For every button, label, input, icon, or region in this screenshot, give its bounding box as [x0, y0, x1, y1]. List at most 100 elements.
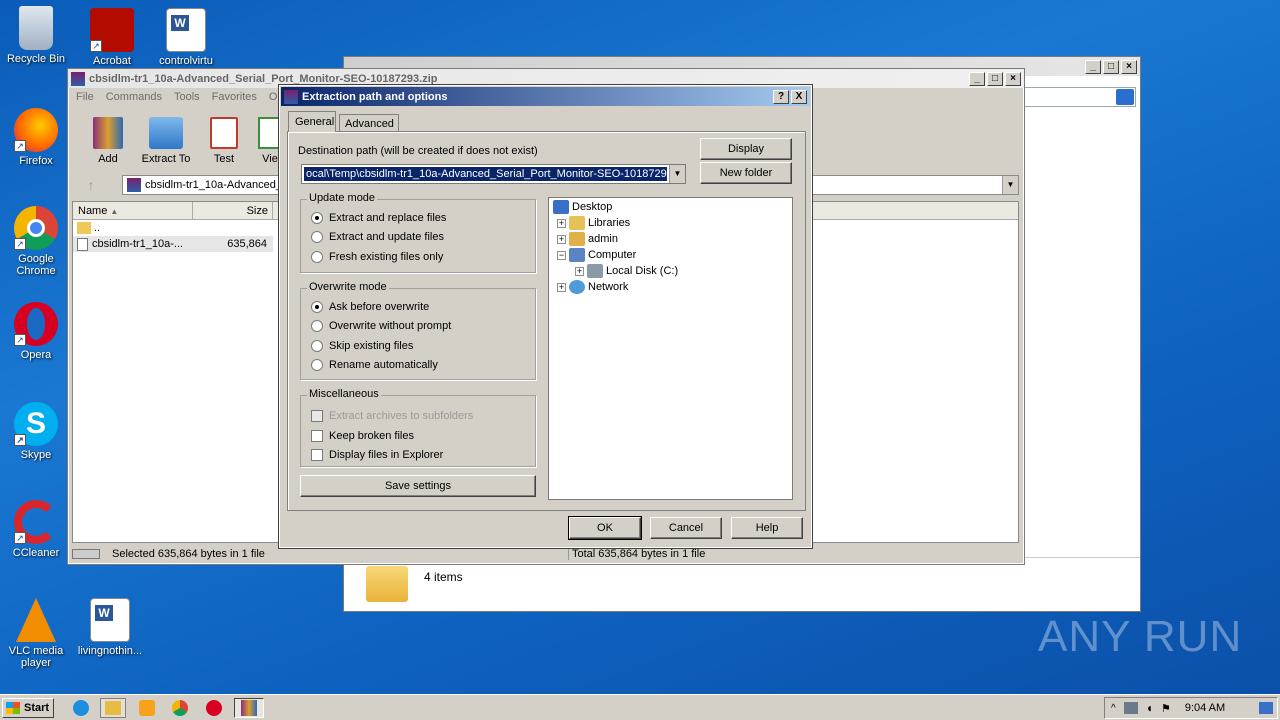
- radio-extract-update[interactable]: Extract and update files: [311, 231, 444, 243]
- group-legend: Miscellaneous: [307, 388, 381, 400]
- radio-overwrite-without-prompt[interactable]: Overwrite without prompt: [311, 320, 451, 332]
- dropdown-arrow-icon[interactable]: ▼: [1002, 176, 1018, 194]
- radio-ask-before-overwrite[interactable]: Ask before overwrite: [311, 301, 429, 313]
- close-button[interactable]: ×: [1005, 71, 1021, 86]
- toolbar-add[interactable]: Add: [90, 117, 126, 165]
- table-row[interactable]: ..: [73, 220, 273, 236]
- overwrite-mode-group: Overwrite mode Ask before overwrite Over…: [300, 281, 536, 380]
- taskbar-explorer[interactable]: [100, 698, 126, 718]
- taskbar-media-player[interactable]: [134, 698, 160, 718]
- dialog-titlebar[interactable]: Extraction path and options ? X: [281, 87, 810, 106]
- close-button[interactable]: X: [791, 89, 807, 104]
- display-button[interactable]: Display: [700, 138, 792, 160]
- tray-expand-icon[interactable]: ^: [1111, 703, 1116, 714]
- checkbox-keep-broken-files[interactable]: Keep broken files: [311, 430, 414, 442]
- desktop-icon-vlc[interactable]: VLC media player: [0, 598, 72, 669]
- new-folder-button[interactable]: New folder: [700, 162, 792, 184]
- desktop-icon-opera[interactable]: ↗ Opera: [0, 302, 72, 361]
- file-icon: [77, 237, 88, 251]
- winrar-icon: [241, 700, 257, 716]
- tree-item-libraries[interactable]: + Libraries: [557, 216, 630, 230]
- opera-icon: ↗: [14, 302, 58, 346]
- cancel-button[interactable]: Cancel: [650, 517, 722, 539]
- menu-file[interactable]: File: [76, 91, 94, 103]
- desktop-icon-livingnothin[interactable]: W livingnothin...: [74, 598, 146, 657]
- tab-advanced[interactable]: Advanced: [339, 114, 399, 132]
- desktop-icon-label: Acrobat: [93, 55, 131, 67]
- expand-icon[interactable]: +: [557, 282, 566, 292]
- up-folder-button[interactable]: ↑: [80, 177, 102, 195]
- acrobat-icon: ↗: [90, 8, 134, 52]
- taskbar-winrar[interactable]: [234, 698, 264, 718]
- recycle-bin-icon: [19, 6, 53, 50]
- radio-extract-replace[interactable]: Extract and replace files: [311, 212, 446, 224]
- ccleaner-icon: ↗: [14, 500, 58, 544]
- minimize-button[interactable]: _: [969, 71, 985, 86]
- ok-button[interactable]: OK: [568, 516, 642, 540]
- folder-tree[interactable]: Desktop + Libraries + admin − Computer +…: [548, 197, 793, 500]
- radio-rename-automatically[interactable]: Rename automatically: [311, 359, 438, 371]
- network-tray-icon[interactable]: [1123, 702, 1138, 714]
- search-icon[interactable]: [1116, 89, 1134, 105]
- vlc-icon: [16, 598, 56, 642]
- tree-item-network[interactable]: + Network: [557, 280, 628, 294]
- tree-item-computer[interactable]: − Computer: [557, 248, 636, 262]
- show-desktop-icon[interactable]: [1259, 702, 1273, 714]
- tree-item-local-disk[interactable]: + Local Disk (C:): [575, 264, 678, 278]
- group-legend: Overwrite mode: [307, 281, 389, 293]
- extraction-dialog[interactable]: Extraction path and options ? X General …: [278, 84, 813, 549]
- save-settings-button[interactable]: Save settings: [300, 475, 536, 497]
- help-button[interactable]: Help: [731, 517, 803, 539]
- column-header-size[interactable]: Size: [193, 202, 273, 220]
- radio-skip-existing[interactable]: Skip existing files: [311, 340, 413, 352]
- media-player-icon: [139, 700, 155, 716]
- taskbar-chrome[interactable]: [167, 698, 193, 718]
- table-row[interactable]: cbsidlm-tr1_10a-... 635,864: [73, 236, 273, 252]
- folder-icon: [366, 566, 408, 602]
- start-button[interactable]: Start: [2, 698, 54, 718]
- flag-icon[interactable]: ⚑: [1161, 702, 1171, 715]
- word-document-icon: W: [166, 8, 206, 52]
- column-header-name[interactable]: Name ▲: [73, 202, 193, 220]
- dropdown-arrow-icon[interactable]: ▼: [669, 165, 685, 183]
- desktop-icon-ccleaner[interactable]: ↗ CCleaner: [0, 500, 72, 559]
- minimize-button[interactable]: _: [1085, 59, 1101, 74]
- help-icon-button[interactable]: ?: [773, 89, 789, 104]
- maximize-button[interactable]: □: [1103, 59, 1119, 74]
- checkbox-extract-to-subfolders: Extract archives to subfolders: [311, 410, 473, 422]
- desktop-icon-label: Firefox: [19, 155, 53, 167]
- menu-tools[interactable]: Tools: [174, 91, 200, 103]
- close-button[interactable]: ×: [1121, 59, 1137, 74]
- radio-selected-icon: [311, 212, 323, 224]
- taskbar-ie[interactable]: [68, 698, 94, 718]
- toolbar-test[interactable]: Test: [206, 117, 242, 165]
- volume-icon[interactable]: ◖: [1146, 701, 1153, 715]
- destination-path-combo[interactable]: ocal\Temp\cbsidlm-tr1_10a-Advanced_Seria…: [301, 164, 686, 184]
- tree-item-admin[interactable]: + admin: [557, 232, 618, 246]
- maximize-button[interactable]: □: [987, 71, 1003, 86]
- desktop-icon-recycle-bin[interactable]: Recycle Bin: [0, 6, 72, 65]
- menu-favorites[interactable]: Favorites: [212, 91, 257, 103]
- radio-fresh-existing[interactable]: Fresh existing files only: [311, 251, 443, 263]
- taskbar-opera[interactable]: [201, 698, 227, 718]
- desktop-icon-chrome[interactable]: ↗ Google Chrome: [0, 206, 72, 277]
- destination-path-value[interactable]: ocal\Temp\cbsidlm-tr1_10a-Advanced_Seria…: [303, 166, 668, 182]
- expand-icon[interactable]: +: [575, 266, 584, 276]
- tree-item-desktop[interactable]: Desktop: [553, 200, 612, 214]
- toolbar-extract-to[interactable]: Extract To: [138, 117, 194, 165]
- clock[interactable]: 9:04 AM: [1185, 702, 1225, 714]
- windows-logo-icon: [6, 702, 20, 714]
- desktop-icon-skype[interactable]: S ↗ Skype: [0, 402, 72, 461]
- collapse-icon[interactable]: −: [557, 250, 566, 260]
- tab-general[interactable]: General: [288, 111, 336, 132]
- menu-commands[interactable]: Commands: [106, 91, 162, 103]
- expand-icon[interactable]: +: [557, 218, 566, 228]
- desktop-icon-controlvirtu[interactable]: W controlvirtu: [150, 8, 222, 67]
- checkbox-display-in-explorer[interactable]: Display files in Explorer: [311, 449, 443, 461]
- desktop-icon-firefox[interactable]: ↗ Firefox: [0, 108, 72, 167]
- desktop-icon-acrobat[interactable]: ↗ Acrobat: [76, 8, 148, 67]
- view-icon: [258, 117, 280, 149]
- expand-icon[interactable]: +: [557, 234, 566, 244]
- desktop-icon-label: controlvirtu: [159, 55, 213, 67]
- radio-icon: [311, 340, 323, 352]
